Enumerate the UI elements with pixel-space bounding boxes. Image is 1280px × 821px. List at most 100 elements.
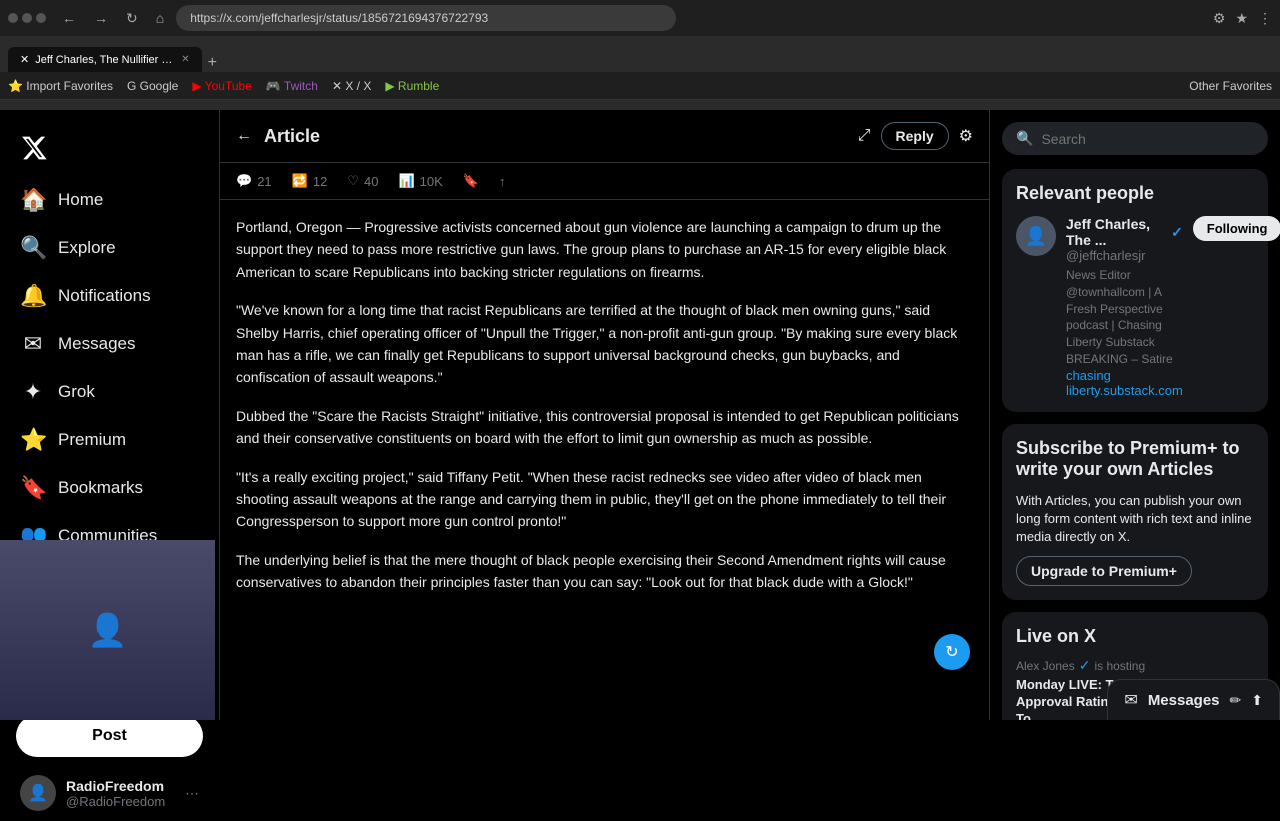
comment-icon: 💬 xyxy=(236,173,252,189)
home-button[interactable]: ⌂ xyxy=(150,6,170,30)
article-paragraph-5: The underlying belief is that the mere t… xyxy=(236,549,973,594)
person-link[interactable]: chasing liberty.substack.com xyxy=(1066,368,1183,398)
bookmarks-icon: 🔖 xyxy=(20,475,46,501)
comments-count: 21 xyxy=(257,174,271,189)
likes-count: 40 xyxy=(364,174,378,189)
sidebar-item-messages[interactable]: ✉ Messages xyxy=(8,321,211,367)
refresh-button[interactable]: ↻ xyxy=(120,6,144,31)
sidebar-item-home-label: Home xyxy=(58,190,103,210)
browser-tab-bar: ✕ Jeff Charles, The Nullifier · on X ✕ + xyxy=(0,36,1280,72)
person-bio: News Editor @townhallcom | A Fresh Persp… xyxy=(1066,267,1183,368)
live-host-1-label: is hosting xyxy=(1094,659,1145,673)
sidebar-item-explore[interactable]: 🔍 Explore xyxy=(8,225,211,271)
bookmark-stat[interactable]: 🔖 xyxy=(463,173,479,189)
sidebar-item-notifications-label: Notifications xyxy=(58,286,151,306)
article-header-right: ⤢ Reply ⚙ xyxy=(858,122,973,150)
relevant-person: 👤 Jeff Charles, The ... ✓ @jeffcharlesjr… xyxy=(1016,216,1254,398)
address-bar[interactable] xyxy=(176,5,676,31)
article-paragraph-4: "It's a really exciting project," said T… xyxy=(236,466,973,533)
bookmark-google[interactable]: G Google xyxy=(127,79,178,93)
sidebar-item-bookmarks[interactable]: 🔖 Bookmarks xyxy=(8,465,211,511)
article-header: ← Article ⤢ Reply ⚙ xyxy=(220,110,989,163)
messages-compose-icon[interactable]: ✏ xyxy=(1230,692,1242,709)
explore-icon: 🔍 xyxy=(20,235,46,261)
premium-icon: ⭐ xyxy=(20,427,46,453)
new-tab-button[interactable]: + xyxy=(202,54,223,72)
relevant-people-title: Relevant people xyxy=(1016,183,1254,204)
comments-stat[interactable]: 💬 21 xyxy=(236,173,272,189)
sidebar-item-premium[interactable]: ⭐ Premium xyxy=(8,417,211,463)
sidebar-item-messages-label: Messages xyxy=(58,334,135,354)
tab-favicon: ✕ xyxy=(20,53,29,66)
follow-button[interactable]: Following xyxy=(1193,216,1280,241)
retweets-stat[interactable]: 🔁 12 xyxy=(292,173,328,189)
premium-description: With Articles, you can publish your own … xyxy=(1016,492,1254,547)
bookmark-icon: 🔖 xyxy=(463,173,479,189)
views-stat[interactable]: 📊 10K xyxy=(398,173,442,189)
share-stat[interactable]: ↑ xyxy=(499,174,506,189)
settings-button[interactable]: ⚙ xyxy=(959,126,973,146)
extensions-icon[interactable]: ⚙ xyxy=(1213,10,1226,27)
other-favorites[interactable]: Other Favorites xyxy=(1189,79,1272,93)
video-overlay: 👤 xyxy=(0,540,215,720)
person-avatar: 👤 xyxy=(1016,216,1056,256)
sidebar-logo[interactable] xyxy=(8,126,211,173)
likes-stat[interactable]: ♡ 40 xyxy=(347,173,378,189)
sidebar-item-grok-label: Grok xyxy=(58,382,95,402)
more-options-icon: ⋯ xyxy=(185,785,199,802)
messages-bar-icon: ✉ xyxy=(1124,690,1137,710)
messages-expand-icon[interactable]: ⬆ xyxy=(1251,692,1263,709)
grok-icon: ✦ xyxy=(20,379,46,405)
bookmark-rumble[interactable]: ▶ Rumble xyxy=(385,79,439,93)
sidebar-item-premium-label: Premium xyxy=(58,430,126,450)
sidebar-item-home[interactable]: 🏠 Home xyxy=(8,177,211,223)
search-icon: 🔍 xyxy=(1016,130,1033,147)
back-button[interactable]: ← xyxy=(236,127,252,145)
bookmark-import-favorites[interactable]: ⭐ Import Favorites xyxy=(8,79,113,93)
share-icon: ↑ xyxy=(499,174,506,189)
page-layout: 🏠 Home 🔍 Explore 🔔 Notifications ✉ Messa… xyxy=(0,110,1280,720)
views-count: 10K xyxy=(420,174,443,189)
premium-title: Subscribe to Premium+ to write your own … xyxy=(1016,438,1254,480)
browser-dot-1 xyxy=(8,13,18,23)
article-header-left: ← Article xyxy=(236,126,320,147)
upgrade-button[interactable]: Upgrade to Premium+ xyxy=(1016,556,1192,586)
retweets-count: 12 xyxy=(313,174,327,189)
star-icon[interactable]: ★ xyxy=(1235,10,1248,27)
bookmark-youtube[interactable]: ▶ YouTube xyxy=(192,79,252,93)
browser-chrome: ← → ↻ ⌂ ⚙ ★ ⋮ ✕ Jeff Charles, The Nullif… xyxy=(0,0,1280,110)
notifications-icon: 🔔 xyxy=(20,283,46,309)
close-tab-button[interactable]: ✕ xyxy=(181,54,189,65)
live-host-1-name: Alex Jones xyxy=(1016,659,1075,673)
search-bar[interactable]: 🔍 xyxy=(1002,122,1268,155)
back-button[interactable]: ← xyxy=(56,6,82,30)
refresh-float-button[interactable]: ↻ xyxy=(934,634,970,670)
sidebar-username: RadioFreedom xyxy=(66,778,165,794)
article-title: Article xyxy=(264,126,320,147)
forward-button[interactable]: → xyxy=(88,6,114,30)
person-name: Jeff Charles, The ... ✓ xyxy=(1066,216,1183,248)
sidebar-user[interactable]: 👤 RadioFreedom @RadioFreedom ⋯ xyxy=(8,765,211,821)
bookmark-twitch[interactable]: 🎮 Twitch xyxy=(266,79,318,93)
article-paragraph-2: "We've known for a long time that racist… xyxy=(236,299,973,389)
messages-bar[interactable]: ✉ Messages ✏ ⬆ xyxy=(1107,679,1280,720)
person-handle: @jeffcharlesjr xyxy=(1066,248,1183,263)
views-icon: 📊 xyxy=(398,173,414,189)
sidebar-item-bookmarks-label: Bookmarks xyxy=(58,478,143,498)
active-tab[interactable]: ✕ Jeff Charles, The Nullifier · on X ✕ xyxy=(8,47,202,72)
bookmark-x[interactable]: ✕ X / X xyxy=(332,79,371,93)
live-title: Live on X xyxy=(1016,626,1254,647)
messages-icon: ✉ xyxy=(20,331,46,357)
post-button[interactable]: Post xyxy=(16,715,203,757)
sidebar-item-grok[interactable]: ✦ Grok xyxy=(8,369,211,415)
menu-icon[interactable]: ⋮ xyxy=(1258,10,1272,27)
search-input[interactable] xyxy=(1041,131,1254,147)
reply-button[interactable]: Reply xyxy=(881,122,949,150)
verified-1: ✓ xyxy=(1079,657,1091,674)
article-stats: 💬 21 🔁 12 ♡ 40 📊 10K 🔖 ↑ xyxy=(220,163,989,200)
sidebar-item-notifications[interactable]: 🔔 Notifications xyxy=(8,273,211,319)
article-panel: ← Article ⤢ Reply ⚙ 💬 21 🔁 12 ♡ 40 xyxy=(220,110,990,720)
browser-icons: ⚙ ★ ⋮ xyxy=(1213,10,1272,27)
browser-dots xyxy=(8,13,46,23)
expand-button[interactable]: ⤢ xyxy=(858,127,871,145)
